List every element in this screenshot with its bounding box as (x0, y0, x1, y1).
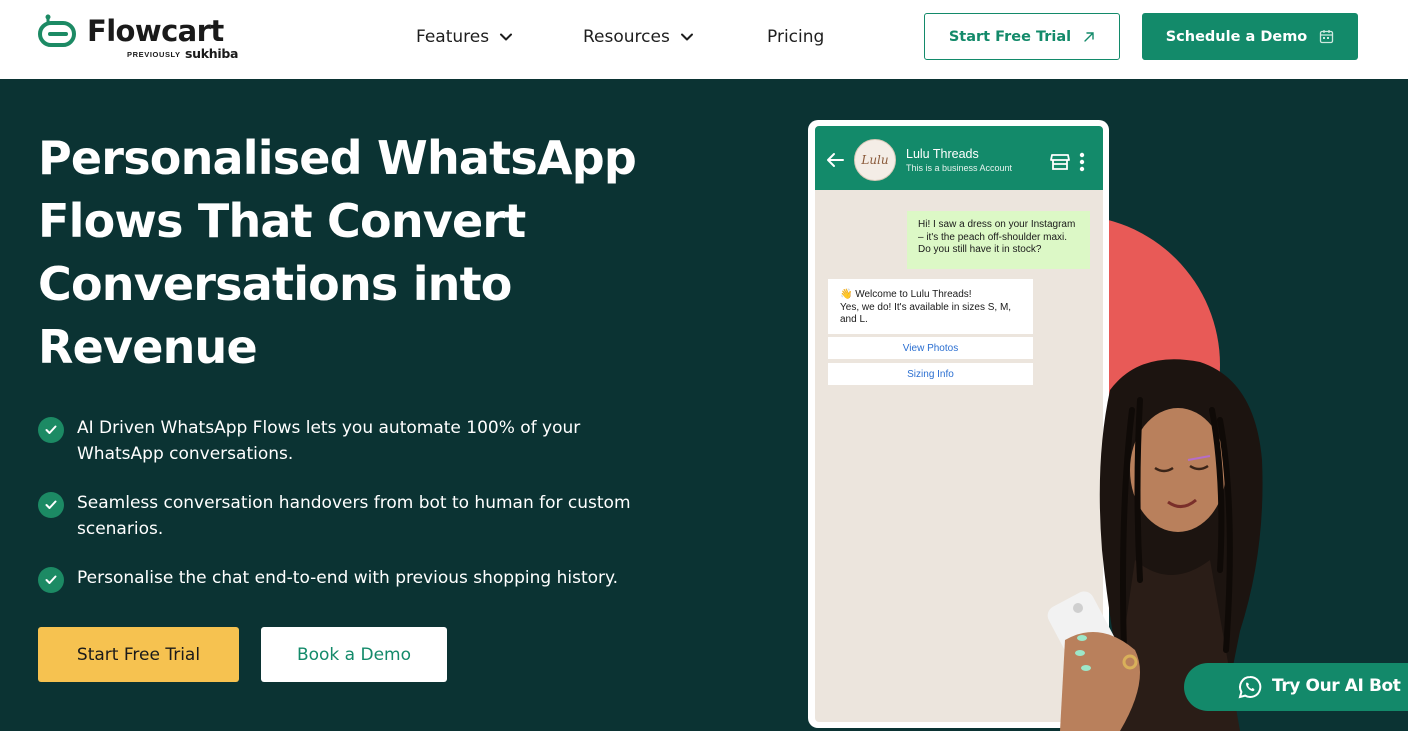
feature-bullet: Personalise the chat end-to-end with pre… (38, 565, 637, 593)
chevron-down-icon (500, 33, 513, 41)
sizing-info-label: Sizing Info (907, 368, 954, 380)
feature-bullet-line: scenarios. (77, 519, 164, 539)
flowcart-logo-icon (38, 14, 76, 47)
store-icon (1050, 154, 1070, 170)
start-free-trial-label: Start Free Trial (948, 28, 1072, 45)
calendar-icon (1320, 30, 1334, 44)
logo-previously-label: PREVIOUSLY (127, 50, 181, 59)
chevron-down-icon (680, 33, 693, 41)
arrow-up-right-icon (1084, 31, 1094, 42)
book-demo-button[interactable]: Book a Demo (261, 627, 447, 682)
book-demo-label: Book a Demo (296, 644, 412, 665)
check-circle-icon (38, 492, 64, 518)
outgoing-message-bubble: Hi! I saw a dress on your Instagram – it… (907, 211, 1090, 269)
try-ai-bot-label: Try Our AI Bot (1272, 676, 1401, 696)
flowcart-logo[interactable]: Flowcart PREVIOUSLY sukhiba (38, 13, 248, 63)
message-line: Do you still have it in stock? (918, 244, 1042, 255)
nav-pricing[interactable]: Pricing (767, 24, 824, 50)
nav-resources-label: Resources (583, 27, 670, 47)
nav-resources[interactable]: Resources (583, 24, 694, 50)
feature-bullet-text: AI Driven WhatsApp Flows lets you automa… (77, 415, 637, 467)
check-circle-icon (38, 567, 64, 593)
back-arrow-icon (827, 153, 844, 167)
contact-subtitle: This is a business Account (906, 163, 1013, 173)
chat-header: Lulu Lulu Threads This is a business Acc… (815, 126, 1103, 190)
hero-headline-line-4: Revenue (38, 320, 258, 374)
view-photos-button[interactable]: View Photos (828, 337, 1033, 359)
nav-pricing-label: Pricing (767, 27, 825, 47)
hero-headline: Personalised WhatsApp Flows That Convert… (38, 127, 678, 379)
feature-bullet-line: WhatsApp conversations. (77, 444, 294, 464)
contact-name: Lulu Threads (906, 147, 979, 161)
feature-bullet-line: Personalise the chat end-to-end with pre… (77, 568, 619, 588)
contact-avatar-text: Lulu (861, 153, 889, 167)
top-navigation: Flowcart PREVIOUSLY sukhiba Features Res… (0, 0, 1408, 79)
start-free-trial-button[interactable]: Start Free Trial (924, 13, 1120, 60)
hero-headline-line-1: Personalised WhatsApp (38, 131, 637, 185)
message-line: Hi! I saw a dress on your Instagram (918, 219, 1076, 230)
try-ai-bot-button[interactable]: Try Our AI Bot (1184, 663, 1408, 711)
schedule-demo-label: Schedule a Demo (1165, 28, 1308, 45)
message-line: 👋 Welcome to Lulu Threads! (840, 289, 972, 300)
logo-wordmark: Flowcart (87, 14, 224, 48)
view-photos-label: View Photos (902, 342, 959, 354)
feature-bullet-line: Seamless conversation handovers from bot… (77, 493, 631, 513)
feature-bullet: Seamless conversation handovers from bot… (38, 490, 637, 542)
nav-features-label: Features (416, 27, 490, 47)
hero-headline-line-2: Flows That Convert (38, 194, 526, 248)
message-line: – it's the peach off-shoulder maxi. (918, 231, 1068, 243)
feature-bullet: AI Driven WhatsApp Flows lets you automa… (38, 415, 637, 467)
message-line: and L. (840, 314, 868, 325)
incoming-message-bubble: 👋 Welcome to Lulu Threads! Yes, we do! I… (828, 279, 1033, 334)
nav-features[interactable]: Features (416, 24, 513, 50)
schedule-demo-button[interactable]: Schedule a Demo (1142, 13, 1358, 60)
check-circle-icon (38, 417, 64, 443)
feature-bullet-line: AI Driven WhatsApp Flows lets you automa… (77, 418, 581, 438)
feature-bullet-text: Personalise the chat end-to-end with pre… (77, 565, 637, 591)
more-options-icon (1079, 152, 1085, 172)
hero-headline-line-3: Conversations into (38, 257, 512, 311)
contact-avatar: Lulu (854, 139, 896, 181)
hero-start-free-trial-label: Start Free Trial (76, 644, 201, 665)
hero-start-free-trial-button[interactable]: Start Free Trial (38, 627, 239, 682)
message-line: Yes, we do! It's available in sizes S, M… (840, 301, 1012, 313)
feature-bullet-text: Seamless conversation handovers from bot… (77, 490, 637, 542)
sizing-info-button[interactable]: Sizing Info (828, 363, 1033, 385)
logo-former-name: sukhiba (185, 46, 239, 61)
whatsapp-icon (1238, 675, 1262, 699)
